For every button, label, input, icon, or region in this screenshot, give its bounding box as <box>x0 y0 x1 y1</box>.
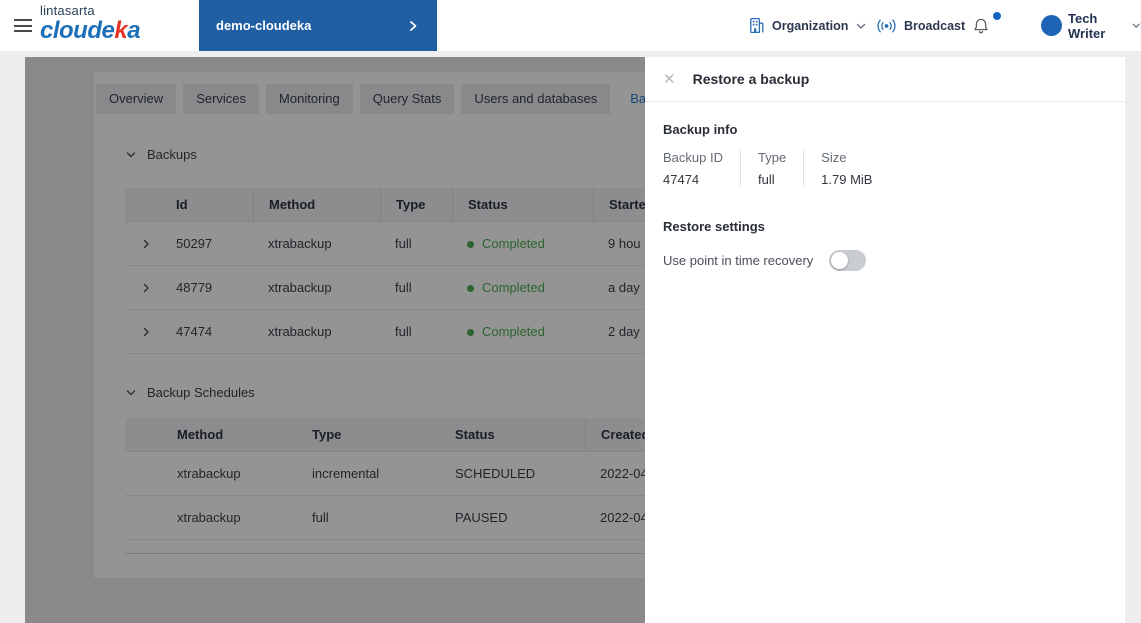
hamburger-menu-icon[interactable] <box>14 19 32 36</box>
point-in-time-toggle[interactable] <box>829 250 866 271</box>
backup-info-field: Size 1.79 MiB <box>804 150 889 187</box>
broadcast-menu[interactable]: Broadcast <box>876 0 965 51</box>
drawer-body: Backup info Backup ID 47474 Type full Si… <box>645 102 1125 291</box>
logo-lintasarta-text: lintasarta <box>40 4 140 17</box>
organization-menu[interactable]: Organization <box>748 0 867 51</box>
chevron-down-icon <box>1131 19 1141 32</box>
backup-type-label: Type <box>758 150 786 165</box>
notifications-button[interactable] <box>972 0 990 51</box>
user-name: Tech Writer <box>1068 11 1125 41</box>
broadcast-label: Broadcast <box>904 19 965 33</box>
backup-info-field: Backup ID 47474 <box>663 150 741 187</box>
user-menu[interactable]: Tech Writer <box>1068 0 1141 51</box>
chevron-down-icon <box>855 20 867 32</box>
user-avatar[interactable] <box>1041 15 1062 36</box>
logo-brand-suffix: a <box>127 17 140 44</box>
cloudeka-logo: lintasarta cloudeka <box>40 4 140 43</box>
backup-info-heading: Backup info <box>663 122 1107 137</box>
restore-backup-drawer: ✕ Restore a backup Backup info Backup ID… <box>645 57 1125 623</box>
organization-label: Organization <box>772 19 848 33</box>
close-icon[interactable]: ✕ <box>663 72 676 87</box>
content-area: Overview Services Monitoring Query Stats… <box>25 57 1125 623</box>
chevron-right-icon <box>406 19 420 33</box>
organization-building-icon <box>748 17 765 34</box>
backup-id-value: 47474 <box>663 172 723 187</box>
backup-info-field: Type full <box>741 150 804 187</box>
logo-cloudeka-text: cloudeka <box>40 19 140 43</box>
logo-brand-prefix: cloude <box>40 17 114 44</box>
notification-dot <box>993 12 1001 20</box>
backup-size-value: 1.79 MiB <box>821 172 872 187</box>
backup-size-label: Size <box>821 150 872 165</box>
backup-info-grid: Backup ID 47474 Type full Size 1.79 MiB <box>663 150 1107 187</box>
project-name: demo-cloudeka <box>216 18 311 33</box>
backup-type-value: full <box>758 172 786 187</box>
broadcast-icon <box>876 18 897 34</box>
top-header: lintasarta cloudeka demo-cloudeka Organi… <box>0 0 1141 51</box>
restore-settings-heading: Restore settings <box>663 219 1107 234</box>
toggle-knob <box>831 252 848 269</box>
point-in-time-row: Use point in time recovery <box>663 250 1107 271</box>
drawer-header: ✕ Restore a backup <box>645 57 1125 102</box>
backup-id-label: Backup ID <box>663 150 723 165</box>
logo-brand-accent: k <box>114 17 127 44</box>
bell-icon <box>972 17 990 35</box>
drawer-title: Restore a backup <box>693 71 810 87</box>
project-selector-button[interactable]: demo-cloudeka <box>199 0 437 51</box>
point-in-time-label: Use point in time recovery <box>663 253 813 268</box>
